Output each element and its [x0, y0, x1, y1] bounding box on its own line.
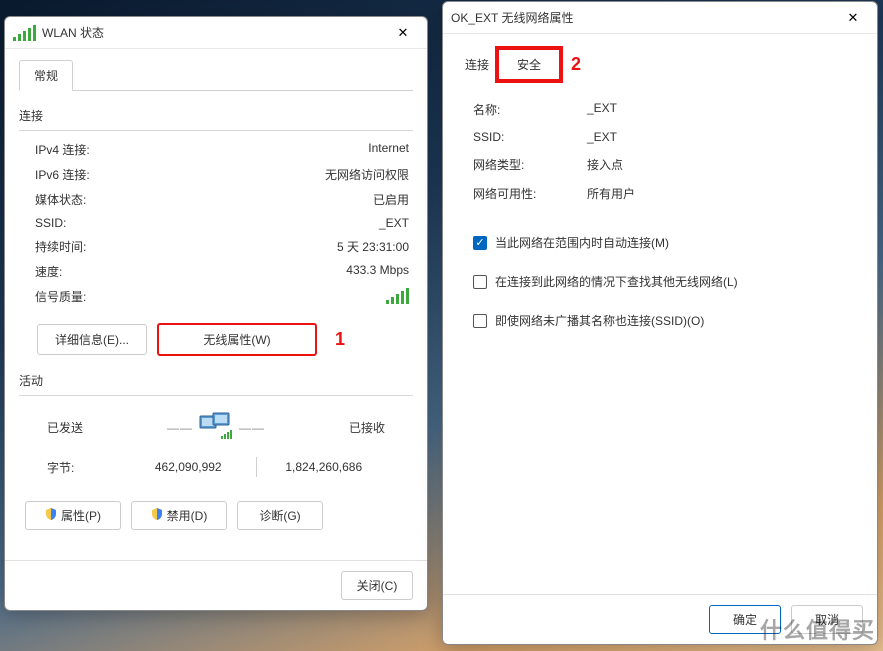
ssid-label: SSID: [457, 130, 587, 144]
dialog-footer: 关闭(C) [5, 560, 427, 610]
details-button[interactable]: 详细信息(E)... [37, 324, 147, 355]
properties-label: 属性(P) [61, 507, 101, 524]
checkbox-label: 在连接到此网络的情况下查找其他无线网络(L) [495, 273, 738, 290]
avail-value: 所有用户 [587, 185, 863, 202]
row-speed: 速度: 433.3 Mbps [19, 259, 413, 284]
name-value: _EXT [587, 101, 863, 118]
wlan-status-dialog: WLAN 状态 ✕ 常规 连接 IPv4 连接: Internet IPv6 连… [4, 16, 428, 611]
name-label: 名称: [457, 101, 587, 118]
checkbox-icon[interactable] [473, 275, 487, 289]
sent-label: 已发送 [47, 419, 83, 436]
ssid-value: _EXT [145, 216, 413, 230]
checkbox-icon[interactable] [473, 314, 487, 328]
titlebar[interactable]: OK_EXT 无线网络属性 ✕ [443, 2, 877, 34]
row-duration: 持续时间: 5 天 23:31:00 [19, 234, 413, 259]
computers-icon [199, 412, 233, 443]
row-ssid: SSID: _EXT [457, 124, 863, 150]
close-icon[interactable]: ✕ [385, 19, 421, 47]
checkbox-look-other[interactable]: 在连接到此网络的情况下查找其他无线网络(L) [457, 267, 863, 296]
dash-icon: —— [239, 421, 265, 435]
ssid-label: SSID: [35, 216, 145, 230]
cancel-button[interactable]: 取消 [791, 605, 863, 634]
shield-icon [45, 508, 57, 523]
row-ssid: SSID: _EXT [19, 212, 413, 234]
separator [256, 457, 257, 477]
ipv4-value: Internet [145, 141, 413, 158]
shield-icon [151, 508, 163, 523]
checkbox-label: 即使网络未广播其名称也连接(SSID)(O) [495, 312, 704, 329]
nettype-label: 网络类型: [457, 156, 587, 173]
duration-value: 5 天 23:31:00 [145, 238, 413, 255]
checkbox-connect-hidden[interactable]: 即使网络未广播其名称也连接(SSID)(O) [457, 306, 863, 335]
duration-label: 持续时间: [35, 238, 145, 255]
media-value: 已启用 [145, 191, 413, 208]
ssid-value: _EXT [587, 130, 863, 144]
disable-label: 禁用(D) [167, 507, 208, 524]
row-name: 名称: _EXT [457, 95, 863, 124]
avail-label: 网络可用性: [457, 185, 587, 202]
close-icon[interactable]: ✕ [835, 4, 871, 32]
quality-label: 信号质量: [35, 288, 145, 307]
speed-value: 433.3 Mbps [145, 263, 413, 280]
row-nettype: 网络类型: 接入点 [457, 150, 863, 179]
row-media: 媒体状态: 已启用 [19, 187, 413, 212]
wifi-icon [13, 25, 36, 41]
tab-security[interactable]: 安全 [497, 48, 561, 81]
recv-bytes: 1,824,260,686 [263, 460, 386, 474]
recv-label: 已接收 [349, 419, 385, 436]
annotation-1: 1 [335, 329, 345, 350]
title-text: OK_EXT 无线网络属性 [451, 9, 573, 26]
ipv6-value: 无网络访问权限 [145, 166, 413, 183]
row-ipv6: IPv6 连接: 无网络访问权限 [19, 162, 413, 187]
checkbox-auto-connect[interactable]: ✓ 当此网络在范围内时自动连接(M) [457, 228, 863, 257]
section-connection-header: 连接 [19, 107, 413, 124]
title-text: WLAN 状态 [42, 24, 104, 41]
tab-connection[interactable]: 连接 [457, 52, 497, 77]
wireless-properties-button[interactable]: 无线属性(W) [157, 323, 317, 356]
ipv4-label: IPv4 连接: [35, 141, 145, 158]
properties-button[interactable]: 属性(P) [25, 501, 121, 530]
checkbox-icon[interactable]: ✓ [473, 236, 487, 250]
signal-strength-icon [386, 288, 409, 304]
nettype-value: 接入点 [587, 156, 863, 173]
tab-general[interactable]: 常规 [19, 60, 73, 91]
row-quality: 信号质量: [19, 284, 413, 311]
speed-label: 速度: [35, 263, 145, 280]
quality-value [145, 288, 413, 307]
tabbar: 常规 [19, 59, 413, 91]
ok-button[interactable]: 确定 [709, 605, 781, 634]
titlebar[interactable]: WLAN 状态 ✕ [5, 17, 427, 49]
ipv6-label: IPv6 连接: [35, 166, 145, 183]
section-activity-header: 活动 [19, 372, 413, 389]
dash-icon: —— [167, 421, 193, 435]
activity-panel: 已发送 —— —— [25, 406, 407, 481]
diagnose-button[interactable]: 诊断(G) [237, 501, 323, 530]
row-ipv4: IPv4 连接: Internet [19, 137, 413, 162]
checkbox-label: 当此网络在范围内时自动连接(M) [495, 234, 669, 251]
wireless-properties-dialog: OK_EXT 无线网络属性 ✕ 连接 安全 2 名称: _EXT SSID: _… [442, 1, 878, 645]
row-availability: 网络可用性: 所有用户 [457, 179, 863, 208]
dialog-footer: 确定 取消 [443, 594, 877, 644]
bytes-label: 字节: [47, 459, 127, 476]
annotation-2: 2 [571, 54, 581, 75]
sent-bytes: 462,090,992 [127, 460, 250, 474]
dialog-title: OK_EXT 无线网络属性 [451, 9, 835, 26]
diagnose-label: 诊断(G) [259, 507, 300, 524]
disable-button[interactable]: 禁用(D) [131, 501, 227, 530]
dialog-title: WLAN 状态 [13, 24, 385, 41]
close-button[interactable]: 关闭(C) [341, 571, 413, 600]
media-label: 媒体状态: [35, 191, 145, 208]
